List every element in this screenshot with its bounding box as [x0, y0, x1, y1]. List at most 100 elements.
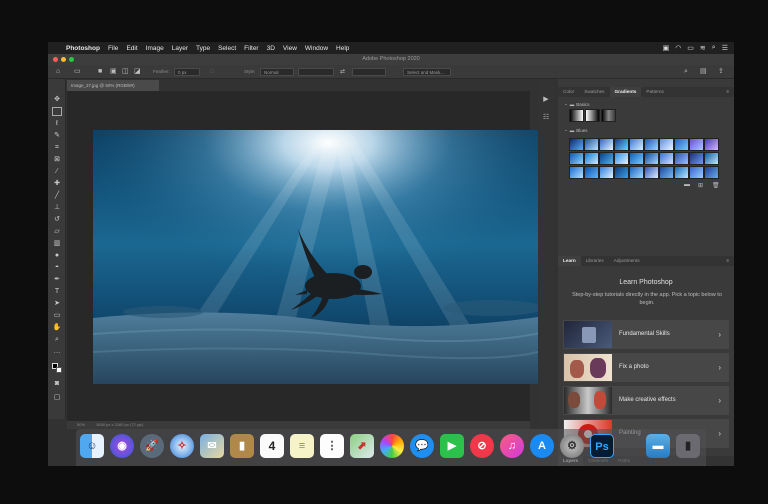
- gradient-swatch[interactable]: [599, 152, 614, 165]
- clone-stamp-tool-icon[interactable]: ⊥: [52, 203, 62, 212]
- gradient-swatch[interactable]: [659, 166, 674, 179]
- gradient-swatch[interactable]: [584, 166, 599, 179]
- status-airplay-icon[interactable]: ▭: [687, 44, 694, 52]
- finder-icon[interactable]: ☺: [80, 434, 104, 458]
- tutorial-card-make-creative-effects[interactable]: Make creative effects ›: [563, 386, 729, 415]
- gradient-swatch[interactable]: [674, 166, 689, 179]
- gradient-swatch[interactable]: [569, 138, 584, 151]
- contacts-icon[interactable]: ▮: [230, 434, 254, 458]
- control-center-icon[interactable]: ☰: [722, 44, 728, 52]
- tab-learn[interactable]: Learn: [558, 256, 581, 266]
- window-close-button[interactable]: [53, 57, 58, 62]
- menu-3d[interactable]: 3D: [263, 45, 279, 52]
- menu-edit[interactable]: Edit: [122, 45, 141, 52]
- gradient-swatch[interactable]: [644, 166, 659, 179]
- path-selection-tool-icon[interactable]: ➤: [52, 299, 62, 308]
- gradient-swatch[interactable]: [689, 138, 704, 151]
- gradient-swatch[interactable]: [704, 166, 719, 179]
- quick-select-tool-icon[interactable]: ✎: [52, 131, 62, 140]
- eraser-tool-icon[interactable]: ▱: [52, 227, 62, 236]
- feather-input[interactable]: 0 px: [174, 68, 200, 76]
- rectangle-tool-icon[interactable]: ▭: [52, 311, 62, 320]
- gradient-swatch[interactable]: [569, 152, 584, 165]
- more-tools-icon[interactable]: …: [52, 347, 62, 356]
- gradient-swatch[interactable]: [629, 138, 644, 151]
- menu-layer[interactable]: Layer: [168, 45, 192, 52]
- tab-patterns[interactable]: Patterns: [641, 87, 668, 97]
- history-panel-icon[interactable]: ▶: [541, 95, 551, 105]
- status-wifi-signal-icon[interactable]: ≋: [700, 44, 706, 52]
- gradient-swatch[interactable]: [644, 138, 659, 151]
- hand-tool-icon[interactable]: ✋: [52, 323, 62, 332]
- canvas-area[interactable]: [67, 91, 545, 421]
- menu-view[interactable]: View: [279, 45, 301, 52]
- status-wifi-icon[interactable]: ◠: [675, 44, 681, 52]
- gradient-swatch[interactable]: [629, 166, 644, 179]
- tutorial-card-fix-a-photo[interactable]: Fix a photo ›: [563, 353, 729, 382]
- messages-icon[interactable]: 💬: [410, 434, 434, 458]
- tab-swatches[interactable]: Swatches: [579, 87, 609, 97]
- marquee-preset-icon[interactable]: ▭: [74, 68, 81, 76]
- gradient-group-blues[interactable]: ⌄ ▬ Blues: [564, 127, 588, 133]
- trash-icon[interactable]: ▮: [676, 434, 700, 458]
- width-input[interactable]: [298, 68, 334, 76]
- eyedropper-tool-icon[interactable]: ⁄: [52, 167, 62, 176]
- gradient-swatch[interactable]: [601, 109, 616, 122]
- gradient-swatch[interactable]: [674, 138, 689, 151]
- maps-icon[interactable]: ⬈: [350, 434, 374, 458]
- dodge-tool-icon[interactable]: ◓: [52, 263, 62, 272]
- gradient-swatch[interactable]: [599, 138, 614, 151]
- swap-dimensions-icon[interactable]: ⇄: [340, 68, 345, 76]
- move-tool-icon[interactable]: ✥: [52, 95, 62, 104]
- brush-tool-icon[interactable]: ╱: [52, 191, 62, 200]
- gradient-swatch[interactable]: [644, 152, 659, 165]
- photoshop-icon[interactable]: Ps: [590, 434, 614, 458]
- gradient-tool-icon[interactable]: ▥: [52, 239, 62, 248]
- gradient-swatch[interactable]: [689, 166, 704, 179]
- subtract-selection-icon[interactable]: ◫: [122, 68, 129, 76]
- window-zoom-button[interactable]: [69, 57, 74, 62]
- reminders-icon[interactable]: ⋮: [320, 434, 344, 458]
- menu-file[interactable]: File: [104, 45, 122, 52]
- gradient-swatch[interactable]: [704, 138, 719, 151]
- launchpad-icon[interactable]: 🚀: [140, 434, 164, 458]
- siri-icon[interactable]: ◉: [110, 434, 134, 458]
- document-tab[interactable]: Image_27.jpg @ 50% (RGB/8#): [67, 80, 159, 91]
- new-group-icon[interactable]: ▬: [684, 182, 690, 188]
- tab-adjustments[interactable]: Adjustments: [609, 256, 645, 266]
- home-icon[interactable]: ⌂: [56, 68, 60, 76]
- gradient-swatch[interactable]: [585, 109, 600, 122]
- panel-menu-icon[interactable]: ≡: [721, 256, 734, 266]
- menu-type[interactable]: Type: [192, 45, 214, 52]
- properties-panel-icon[interactable]: ☷: [541, 113, 551, 123]
- tab-gradients[interactable]: Gradients: [609, 87, 642, 97]
- safari-icon[interactable]: ✧: [170, 434, 194, 458]
- tutorial-card-fundamental-skills[interactable]: Fundamental Skills ›: [563, 320, 729, 349]
- height-input[interactable]: [352, 68, 386, 76]
- calendar-icon[interactable]: 4: [260, 434, 284, 458]
- gradient-group-basics[interactable]: ⌄ ▬ Basics: [564, 101, 590, 107]
- intersect-selection-icon[interactable]: ◪: [134, 68, 141, 76]
- workspace-icon[interactable]: ▤: [700, 68, 707, 76]
- new-gradient-icon[interactable]: ⊞: [698, 182, 703, 189]
- menu-select[interactable]: Select: [214, 45, 240, 52]
- gradient-swatch[interactable]: [569, 166, 584, 179]
- gradient-swatch[interactable]: [674, 152, 689, 165]
- menu-help[interactable]: Help: [332, 45, 353, 52]
- mail-stamp-icon[interactable]: ✉: [200, 434, 224, 458]
- window-minimize-button[interactable]: [61, 57, 66, 62]
- add-selection-icon[interactable]: ▣: [110, 68, 117, 76]
- delete-gradient-icon[interactable]: 🗑: [712, 182, 720, 189]
- zoom-tool-icon[interactable]: ⌕: [52, 335, 62, 344]
- gradient-swatch[interactable]: [584, 152, 599, 165]
- anti-alias-checkbox[interactable]: ☐: [210, 68, 214, 76]
- history-brush-tool-icon[interactable]: ↺: [52, 215, 62, 224]
- app-store-icon[interactable]: A: [530, 434, 554, 458]
- zoom-level[interactable]: 50%: [77, 422, 85, 427]
- gradient-swatch[interactable]: [689, 152, 704, 165]
- frame-tool-icon[interactable]: ⊠: [52, 155, 62, 164]
- quick-mask-icon[interactable]: ◙: [52, 379, 62, 388]
- panel-menu-icon[interactable]: ≡: [721, 87, 734, 97]
- gradient-swatch[interactable]: [629, 152, 644, 165]
- menu-image[interactable]: Image: [142, 45, 168, 52]
